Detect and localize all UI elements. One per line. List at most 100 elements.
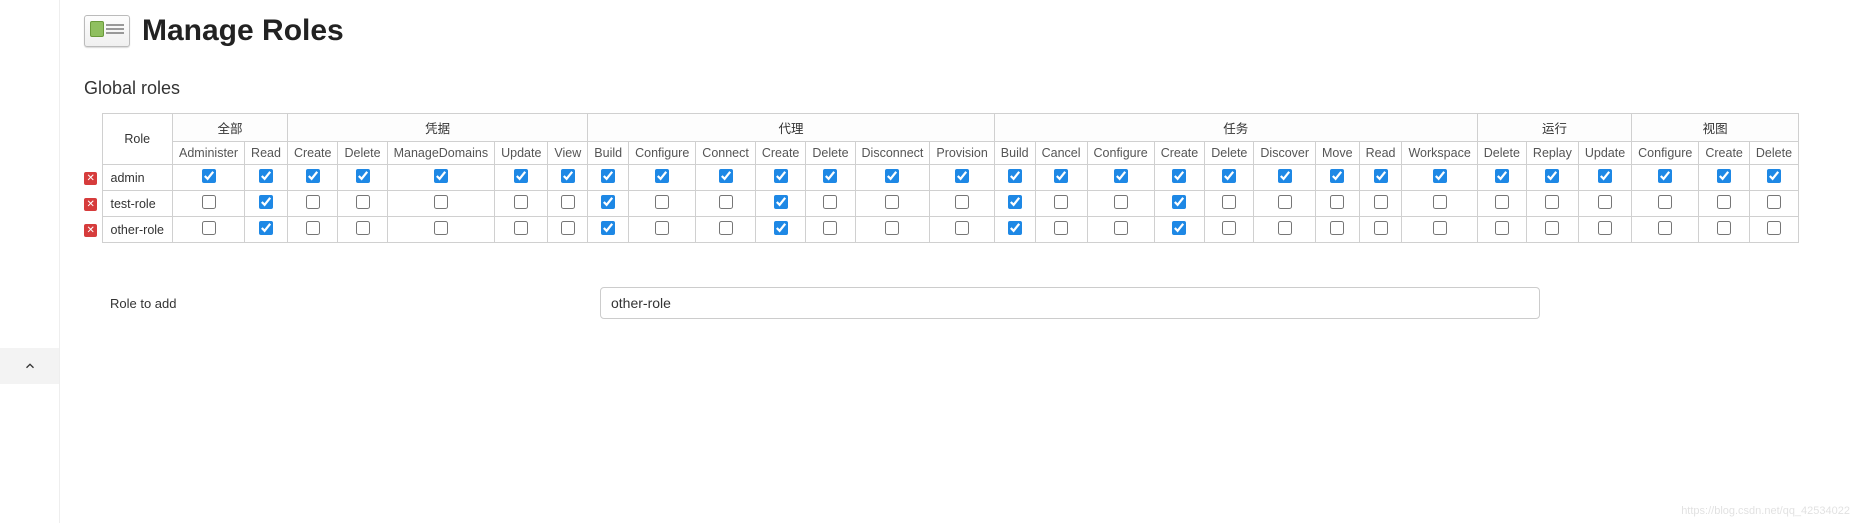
delete-role-icon[interactable]: ✕ [84, 224, 97, 237]
perm-checkbox[interactable] [356, 195, 370, 209]
perm-checkbox[interactable] [601, 169, 615, 183]
perm-checkbox[interactable] [655, 221, 669, 235]
perm-checkbox[interactable] [259, 221, 273, 235]
perm-checkbox[interactable] [1008, 221, 1022, 235]
perm-checkbox[interactable] [514, 221, 528, 235]
perm-checkbox[interactable] [1172, 221, 1186, 235]
perm-checkbox[interactable] [1495, 221, 1509, 235]
perm-checkbox[interactable] [259, 169, 273, 183]
perm-checkbox[interactable] [561, 195, 575, 209]
perm-checkbox[interactable] [1374, 169, 1388, 183]
perm-checkbox[interactable] [1114, 195, 1128, 209]
perm-checkbox[interactable] [306, 169, 320, 183]
perm-checkbox[interactable] [434, 169, 448, 183]
perm-header: ManageDomains [387, 142, 495, 165]
perm-checkbox[interactable] [1717, 221, 1731, 235]
perm-checkbox[interactable] [1433, 195, 1447, 209]
perm-checkbox[interactable] [955, 221, 969, 235]
perm-checkbox[interactable] [1222, 195, 1236, 209]
perm-checkbox[interactable] [1598, 195, 1612, 209]
perm-checkbox[interactable] [774, 169, 788, 183]
perm-checkbox[interactable] [561, 221, 575, 235]
perm-checkbox[interactable] [1767, 169, 1781, 183]
perm-checkbox[interactable] [1717, 195, 1731, 209]
perm-checkbox[interactable] [514, 169, 528, 183]
perm-checkbox[interactable] [1598, 221, 1612, 235]
perm-checkbox[interactable] [885, 195, 899, 209]
perm-checkbox[interactable] [823, 195, 837, 209]
perm-checkbox[interactable] [1658, 221, 1672, 235]
perm-checkbox[interactable] [1278, 195, 1292, 209]
perm-checkbox[interactable] [774, 221, 788, 235]
perm-checkbox[interactable] [1374, 195, 1388, 209]
perm-checkbox[interactable] [601, 195, 615, 209]
perm-checkbox[interactable] [1330, 169, 1344, 183]
perm-checkbox[interactable] [1495, 169, 1509, 183]
perm-checkbox[interactable] [202, 169, 216, 183]
perm-checkbox[interactable] [823, 169, 837, 183]
perm-checkbox[interactable] [1008, 169, 1022, 183]
perm-header: Move [1316, 142, 1360, 165]
perm-checkbox[interactable] [561, 169, 575, 183]
perm-checkbox[interactable] [1658, 195, 1672, 209]
perm-checkbox[interactable] [719, 195, 733, 209]
perm-checkbox[interactable] [774, 195, 788, 209]
perm-checkbox[interactable] [1433, 221, 1447, 235]
perm-checkbox[interactable] [719, 221, 733, 235]
perm-header: Delete [806, 142, 855, 165]
perm-checkbox[interactable] [1374, 221, 1388, 235]
delete-role-icon[interactable]: ✕ [84, 172, 97, 185]
perm-header: Read [1359, 142, 1402, 165]
role-name-cell: test-role [102, 191, 173, 217]
sidebar-collapse-button[interactable] [0, 348, 59, 384]
perm-checkbox[interactable] [1545, 221, 1559, 235]
perm-checkbox[interactable] [1717, 169, 1731, 183]
perm-checkbox[interactable] [1172, 169, 1186, 183]
delete-role-icon[interactable]: ✕ [84, 198, 97, 211]
perm-checkbox[interactable] [1114, 169, 1128, 183]
perm-checkbox[interactable] [356, 221, 370, 235]
perm-checkbox[interactable] [719, 169, 733, 183]
perm-checkbox[interactable] [434, 221, 448, 235]
perm-checkbox[interactable] [1278, 169, 1292, 183]
perm-checkbox[interactable] [259, 195, 273, 209]
perm-checkbox[interactable] [955, 195, 969, 209]
perm-checkbox[interactable] [885, 221, 899, 235]
perm-checkbox[interactable] [655, 169, 669, 183]
perm-checkbox[interactable] [356, 169, 370, 183]
perm-checkbox[interactable] [1114, 221, 1128, 235]
perm-checkbox[interactable] [306, 221, 320, 235]
perm-checkbox[interactable] [202, 195, 216, 209]
perm-checkbox[interactable] [601, 221, 615, 235]
perm-checkbox[interactable] [1008, 195, 1022, 209]
perm-checkbox[interactable] [1278, 221, 1292, 235]
perm-header: Build [994, 142, 1035, 165]
perm-checkbox[interactable] [1545, 169, 1559, 183]
perm-checkbox[interactable] [1330, 221, 1344, 235]
perm-checkbox[interactable] [1545, 195, 1559, 209]
perm-checkbox[interactable] [1767, 221, 1781, 235]
perm-checkbox[interactable] [885, 169, 899, 183]
perm-checkbox[interactable] [1598, 169, 1612, 183]
perm-header: Cancel [1035, 142, 1087, 165]
perm-checkbox[interactable] [955, 169, 969, 183]
perm-checkbox[interactable] [823, 221, 837, 235]
perm-checkbox[interactable] [1054, 195, 1068, 209]
perm-checkbox[interactable] [1495, 195, 1509, 209]
perm-checkbox[interactable] [1433, 169, 1447, 183]
chevron-up-icon [23, 359, 37, 373]
perm-checkbox[interactable] [1054, 221, 1068, 235]
perm-checkbox[interactable] [1222, 221, 1236, 235]
perm-checkbox[interactable] [434, 195, 448, 209]
perm-checkbox[interactable] [1222, 169, 1236, 183]
perm-checkbox[interactable] [202, 221, 216, 235]
perm-checkbox[interactable] [1767, 195, 1781, 209]
perm-checkbox[interactable] [1172, 195, 1186, 209]
role-to-add-input[interactable] [600, 287, 1540, 319]
perm-checkbox[interactable] [655, 195, 669, 209]
perm-checkbox[interactable] [1330, 195, 1344, 209]
perm-checkbox[interactable] [1054, 169, 1068, 183]
perm-checkbox[interactable] [306, 195, 320, 209]
perm-checkbox[interactable] [1658, 169, 1672, 183]
perm-checkbox[interactable] [514, 195, 528, 209]
